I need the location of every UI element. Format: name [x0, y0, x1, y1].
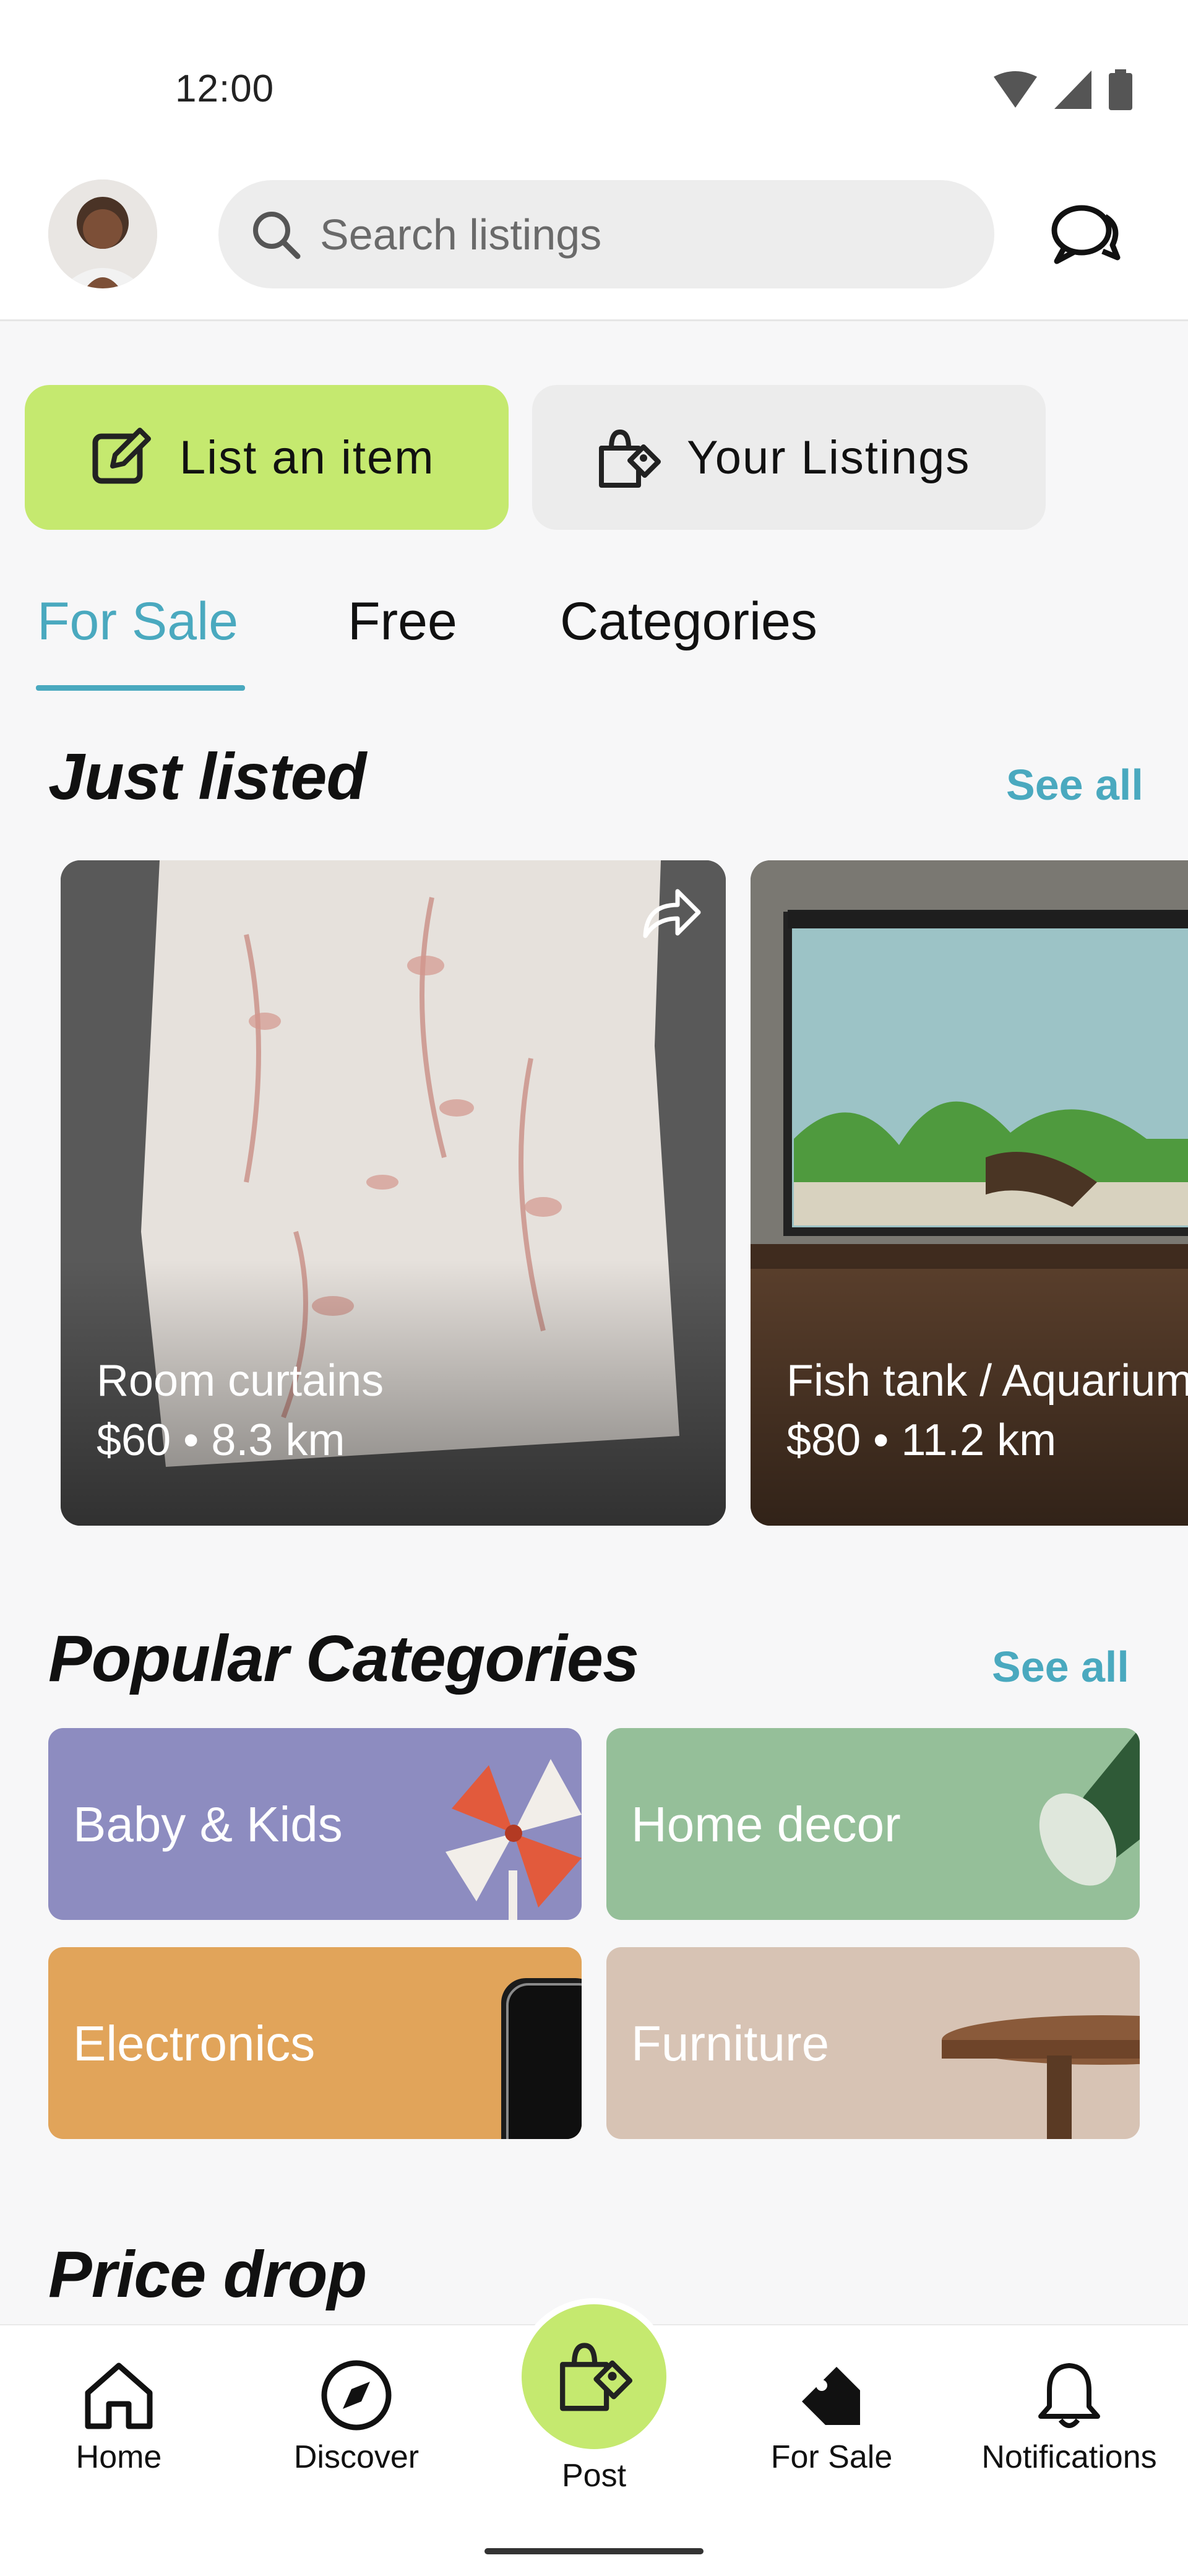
popular-categories-see-all[interactable]: See all: [992, 1642, 1129, 1692]
price-drop-title: Price drop: [48, 2238, 367, 2311]
phone-icon: [501, 1978, 582, 2139]
listing-card[interactable]: Fish tank / Aquarium $80 • 11.2 km: [751, 860, 1188, 1526]
category-baby-kids[interactable]: Baby & Kids: [48, 1728, 582, 1920]
category-label: Electronics: [73, 2016, 316, 2071]
listing-title: Fish tank / Aquarium: [786, 1356, 1188, 1406]
search-input[interactable]: [319, 209, 940, 260]
category-electronics[interactable]: Electronics: [48, 1947, 582, 2139]
listing-price-distance: $80 • 11.2 km: [786, 1416, 1057, 1465]
avatar-image: [48, 179, 157, 288]
category-label: Home decor: [631, 1797, 901, 1852]
tab-for-sale[interactable]: For Sale: [37, 591, 238, 652]
price-tag-icon: [802, 2367, 860, 2425]
category-home-decor[interactable]: Home decor: [606, 1728, 1140, 1920]
post-button[interactable]: [522, 2304, 666, 2449]
pinwheel-icon: [446, 1759, 582, 1920]
nav-for-sale-label: For Sale: [770, 2439, 893, 2475]
search-bar[interactable]: [218, 180, 994, 288]
nav-notifications[interactable]: Notifications: [976, 2358, 1162, 2476]
shopping-bag-tag-icon: [560, 2343, 633, 2411]
table-icon: [942, 2015, 1140, 2139]
popular-categories-title: Popular Categories: [48, 1622, 639, 1695]
edit-icon: [92, 428, 151, 484]
chat-icon[interactable]: [1046, 198, 1126, 272]
signal-icon: [1054, 71, 1091, 109]
status-time: 12:00: [175, 67, 275, 110]
battery-icon: [1109, 69, 1132, 110]
tab-active-indicator: [36, 685, 245, 691]
nav-discover[interactable]: Discover: [264, 2358, 449, 2476]
nav-discover-label: Discover: [293, 2439, 420, 2475]
just-listed-see-all[interactable]: See all: [1006, 760, 1143, 810]
category-label: Baby & Kids: [73, 1797, 343, 1852]
lamp-icon: [1039, 1728, 1140, 1886]
category-label: Furniture: [631, 2016, 830, 2071]
category-furniture[interactable]: Furniture: [606, 1947, 1140, 2139]
avatar[interactable]: [48, 179, 157, 288]
list-item-label: List an item: [179, 431, 435, 484]
tab-categories[interactable]: Categories: [560, 591, 817, 652]
home-icon: [85, 2362, 153, 2429]
nav-post[interactable]: Post: [501, 2451, 687, 2494]
wifi-icon: [994, 71, 1037, 108]
listing-title: Room curtains: [97, 1356, 384, 1406]
tab-free[interactable]: Free: [348, 591, 457, 652]
nav-home-label: Home: [75, 2439, 162, 2475]
compass-icon: [321, 2360, 392, 2431]
share-icon[interactable]: [640, 886, 702, 942]
your-listings-button[interactable]: Your Listings: [532, 385, 1046, 530]
search-icon: [253, 211, 301, 259]
list-item-button[interactable]: List an item: [25, 385, 509, 530]
nav-home[interactable]: Home: [26, 2358, 212, 2476]
bell-icon: [1038, 2363, 1100, 2428]
shopping-bag-tag-icon: [599, 429, 661, 488]
just-listed-title: Just listed: [48, 740, 366, 813]
listing-price-distance: $60 • 8.3 km: [97, 1416, 345, 1465]
nav-notifications-label: Notifications: [981, 2439, 1157, 2475]
your-listings-label: Your Listings: [687, 431, 971, 484]
listing-card[interactable]: Room curtains $60 • 8.3 km: [61, 860, 726, 1526]
status-icons: [994, 69, 1132, 110]
nav-for-sale[interactable]: For Sale: [739, 2358, 924, 2476]
home-indicator[interactable]: [484, 2548, 704, 2554]
nav-post-label: Post: [561, 2458, 627, 2494]
